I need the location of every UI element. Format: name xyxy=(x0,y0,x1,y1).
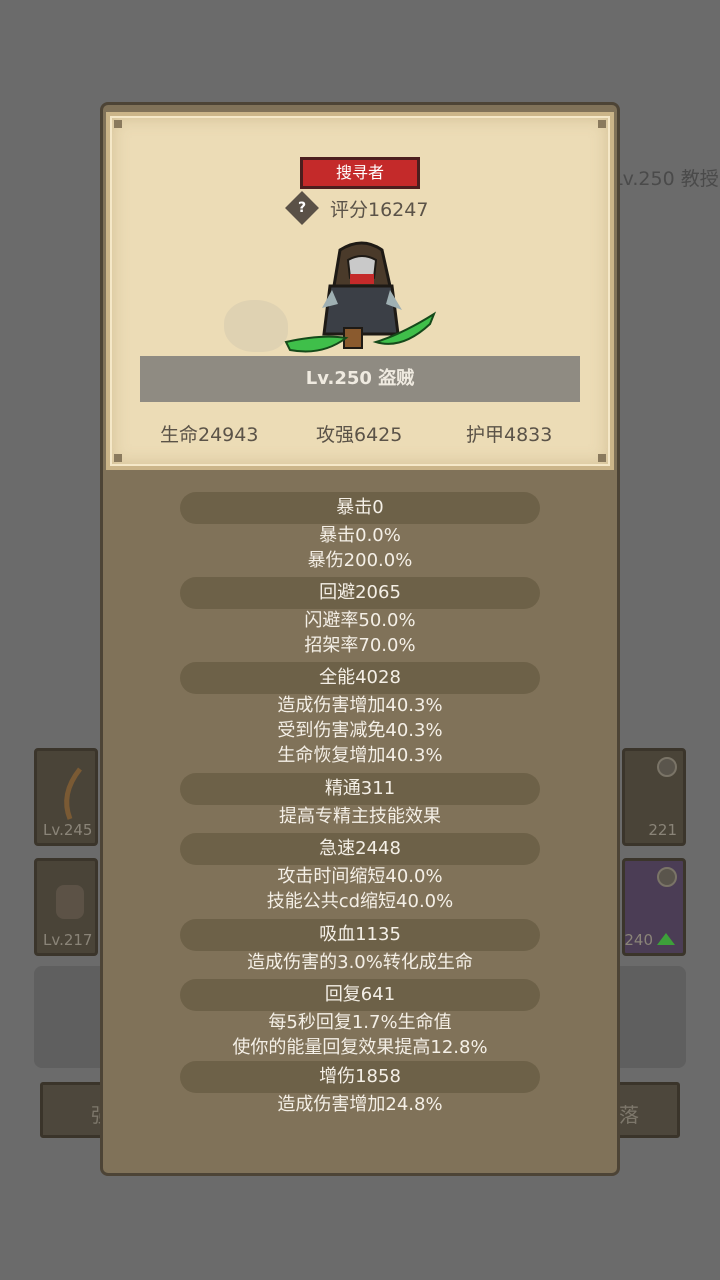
card-corner xyxy=(114,120,122,128)
help-icon[interactable]: ? xyxy=(285,191,319,225)
slot-level-label: 240 xyxy=(624,931,653,949)
hero-attack: 攻强6425 xyxy=(316,424,403,446)
attr-lifesteal-header: 吸血1135 xyxy=(180,919,540,951)
attr-mastery-header: 精通311 xyxy=(180,773,540,805)
attr-crit-header: 暴击0 xyxy=(180,492,540,524)
attr-versatility-header: 全能4028 xyxy=(180,662,540,694)
attr-versatility-line: 受到伤害减免40.3% xyxy=(277,720,443,741)
attr-versatility-line: 生命恢复增加40.3% xyxy=(277,745,443,766)
hero-score: 评分16247 xyxy=(330,199,429,221)
attr-evasion-header: 回避2065 xyxy=(180,577,540,609)
slot-level-label: 221 xyxy=(648,821,677,839)
attr-haste-line: 技能公共cd缩短40.0% xyxy=(266,891,454,912)
attr-haste-line: 攻击时间缩短40.0% xyxy=(277,866,443,887)
rogue-character-sprite xyxy=(284,241,437,353)
upgrade-arrow-icon xyxy=(657,933,675,945)
attr-evasion-line: 闪避率50.0% xyxy=(304,610,416,631)
equipment-slot-locked-1[interactable]: 221 xyxy=(622,748,686,846)
bow-icon xyxy=(64,767,82,820)
slot-level-label: Lv.245 xyxy=(43,821,93,839)
attr-damage-bonus-header: 增伤1858 xyxy=(180,1061,540,1093)
equipment-slot-weapon[interactable]: Lv.245 xyxy=(34,748,98,846)
attr-crit-line: 暴伤200.0% xyxy=(307,550,413,571)
card-corner xyxy=(598,454,606,462)
hero-name-level: Lv.250 盗贼 xyxy=(140,356,580,402)
hero-hp: 生命24943 xyxy=(160,424,259,446)
equipment-slot-armor[interactable]: Lv.217 xyxy=(34,858,98,956)
attr-haste-header: 急速2448 xyxy=(180,833,540,865)
card-corner xyxy=(114,454,122,462)
slot-level-label: Lv.217 xyxy=(43,931,93,949)
attr-lifesteal-line: 造成伤害的3.0%转化成生命 xyxy=(247,952,473,973)
lock-icon xyxy=(657,867,677,887)
rock-decoration xyxy=(224,300,288,352)
attr-regen-line: 使你的能量回复效果提高12.8% xyxy=(232,1037,488,1058)
lock-icon xyxy=(657,757,677,777)
card-corner xyxy=(598,120,606,128)
attr-versatility-line: 造成伤害增加40.3% xyxy=(277,695,443,716)
attr-mastery-line: 提高专精主技能效果 xyxy=(279,806,441,827)
class-badge: 搜寻者 xyxy=(300,157,420,189)
attr-regen-header: 回复641 xyxy=(180,979,540,1011)
attr-evasion-line: 招架率70.0% xyxy=(304,635,416,656)
equipment-slot-locked-2[interactable]: 240 xyxy=(622,858,686,956)
attr-regen-line: 每5秒回复1.7%生命值 xyxy=(268,1012,452,1033)
background-button-right-label: 落 xyxy=(619,1103,639,1127)
attr-crit-line: 暴击0.0% xyxy=(319,525,401,546)
background-level-text: Lv.250 教授 xyxy=(612,168,719,190)
armor-icon xyxy=(56,885,84,919)
hero-armor: 护甲4833 xyxy=(466,424,553,446)
attr-damage-bonus-line: 造成伤害增加24.8% xyxy=(277,1094,443,1115)
